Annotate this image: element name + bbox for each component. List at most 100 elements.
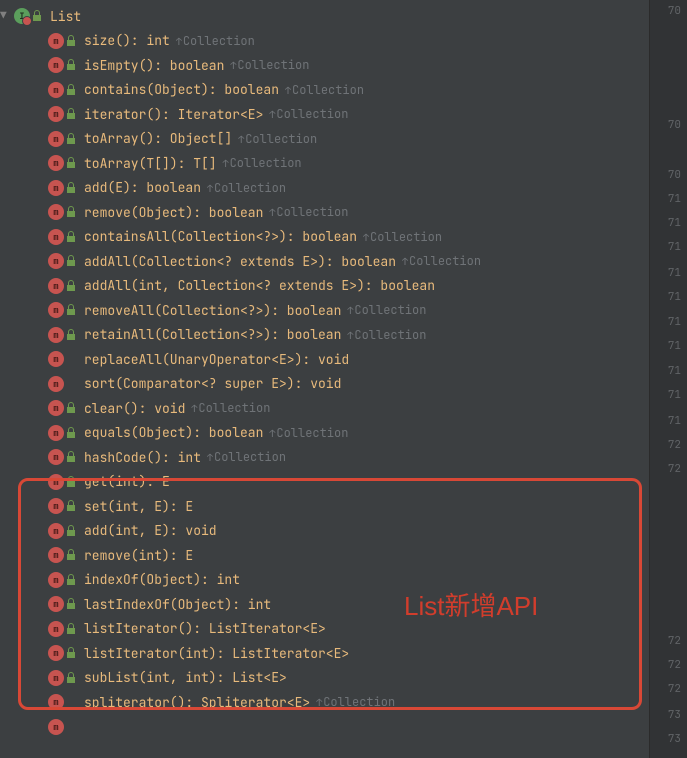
inherited-from-label: Collection — [238, 131, 317, 147]
method-icon: m — [48, 376, 64, 392]
method-signature-label: toArray(T[]): T[] — [84, 155, 217, 172]
inherited-from-label: Collection — [363, 229, 442, 245]
method-signature-label: sort(Comparator<? super E>): void — [84, 375, 341, 392]
tree-node-method[interactable]: msize(): intCollection — [0, 29, 687, 54]
tree-node-method[interactable]: m listIterator(int): ListIterator<E> — [0, 641, 687, 666]
lock-icon — [66, 157, 78, 169]
method-signature-label: iterator(): Iterator<E> — [84, 106, 263, 123]
line-number-label: 72 — [668, 438, 681, 452]
expand-arrow-icon[interactable]: ▼ — [0, 9, 10, 23]
method-signature-label: remove(Object): boolean — [84, 204, 263, 221]
method-signature-label: replaceAll(UnaryOperator<E>): void — [84, 351, 349, 368]
tree-node-method[interactable]: m — [0, 715, 687, 740]
lock-icon — [66, 549, 78, 561]
method-signature-label: retainAll(Collection<?>): boolean — [84, 326, 341, 343]
inherited-from-label: Collection — [316, 694, 395, 710]
method-icon: m — [48, 474, 64, 490]
method-signature-label: toArray(): Object[] — [84, 130, 232, 147]
line-number-label: 70 — [668, 168, 681, 182]
tree-node-method[interactable]: misEmpty(): booleanCollection — [0, 53, 687, 78]
method-icon: m — [48, 572, 64, 588]
line-gutter: 7070707171717171717171717172727272727373 — [649, 0, 687, 758]
structure-tree: ▼ I List msize(): intCollectionmisEmpty(… — [0, 0, 687, 743]
method-signature-label: subList(int, int): List<E> — [84, 669, 287, 686]
line-number-label: 72 — [668, 462, 681, 476]
method-signature-label: listIterator(int): ListIterator<E> — [84, 645, 349, 662]
method-icon: m — [48, 131, 64, 147]
tree-node-method[interactable]: m addAll(Collection<? extends E>): boolea… — [0, 249, 687, 274]
tree-node-method[interactable]: msubList(int, int): List<E> — [0, 666, 687, 691]
empty-icon — [66, 353, 78, 365]
tree-node-method[interactable]: mspliterator(): Spliterator<E>Collection — [0, 690, 687, 715]
tree-node-method[interactable]: maddAll(int, Collection<? extends E>): b… — [0, 274, 687, 299]
method-icon: m — [48, 180, 64, 196]
lock-icon — [66, 108, 78, 120]
method-signature-label: containsAll(Collection<?>): boolean — [84, 228, 357, 245]
lock-icon — [32, 10, 44, 22]
tree-node-method[interactable]: mlastIndexOf(Object): int — [0, 592, 687, 617]
tree-node-method[interactable]: miterator(): Iterator<E>Collection — [0, 102, 687, 127]
lock-icon — [66, 574, 78, 586]
tree-node-method[interactable]: mremove(int): E — [0, 543, 687, 568]
lock-icon — [66, 402, 78, 414]
method-icon: m — [48, 425, 64, 441]
method-signature-label: addAll(Collection<? extends E>): boolean — [84, 253, 396, 270]
method-signature-label: hashCode(): int — [84, 449, 201, 466]
inherited-from-label: Collection — [269, 425, 348, 441]
empty-icon — [66, 378, 78, 390]
inherited-from-label: Collection — [191, 400, 270, 416]
method-icon: m — [48, 498, 64, 514]
tree-node-method[interactable]: mcontainsAll(Collection<?>): booleanColl… — [0, 225, 687, 250]
method-icon: m — [48, 106, 64, 122]
tree-node-method[interactable]: mindexOf(Object): int — [0, 568, 687, 593]
tree-node-method[interactable]: madd(int, E): void — [0, 519, 687, 544]
inherited-from-label: Collection — [347, 302, 426, 318]
inherited-from-label: Collection — [176, 33, 255, 49]
line-number-label: 71 — [668, 240, 681, 254]
tree-node-method[interactable]: mhashCode(): intCollection — [0, 445, 687, 470]
tree-node-method[interactable]: mcontains(Object): booleanCollection — [0, 78, 687, 103]
tree-node-method[interactable]: mlistIterator(): ListIterator<E> — [0, 617, 687, 642]
method-signature-label: addAll(int, Collection<? extends E>): bo… — [84, 277, 435, 294]
method-icon: m — [48, 327, 64, 343]
inherited-from-label: Collection — [269, 204, 348, 220]
line-number-label: 70 — [668, 4, 681, 18]
tree-node-method[interactable]: m set(int, E): E — [0, 494, 687, 519]
inherited-from-label: Collection — [285, 82, 364, 98]
tree-node-method[interactable]: m get(int): E — [0, 470, 687, 495]
method-icon: m — [48, 57, 64, 73]
tree-node-method[interactable]: mremoveAll(Collection<?>): booleanCollec… — [0, 298, 687, 323]
inherited-from-label: Collection — [207, 180, 286, 196]
method-signature-label: lastIndexOf(Object): int — [84, 596, 271, 613]
line-number-label: 71 — [668, 216, 681, 230]
lock-icon — [66, 672, 78, 684]
tree-node-method[interactable]: m toArray(): Object[] Collection — [0, 127, 687, 152]
line-number-label: 72 — [668, 682, 681, 696]
lock-icon — [66, 35, 78, 47]
lock-icon — [66, 647, 78, 659]
tree-node-method[interactable]: mtoArray(T[]): T[]Collection — [0, 151, 687, 176]
method-icon: m — [48, 82, 64, 98]
tree-node-method[interactable]: mremove(Object): booleanCollection — [0, 200, 687, 225]
lock-icon — [66, 525, 78, 537]
tree-node-method[interactable]: m add(E): boolean Collection — [0, 176, 687, 201]
tree-node-method[interactable]: mretainAll(Collection<?>): booleanCollec… — [0, 323, 687, 348]
tree-node-method[interactable]: mclear(): voidCollection — [0, 396, 687, 421]
method-signature-label: get(int): E — [84, 473, 170, 490]
method-icon: m — [48, 719, 64, 735]
method-icon: m — [48, 645, 64, 661]
method-icon: m — [48, 253, 64, 269]
method-signature-label: add(E): boolean — [84, 179, 201, 196]
inherited-from-label: Collection — [402, 253, 481, 269]
lock-icon — [66, 427, 78, 439]
line-number-label: 71 — [668, 364, 681, 378]
method-signature-label: set(int, E): E — [84, 498, 193, 515]
inherited-from-label: Collection — [223, 155, 302, 171]
lock-icon — [66, 84, 78, 96]
line-number-label: 71 — [668, 388, 681, 402]
tree-node-method[interactable]: m sort(Comparator<? super E>): void — [0, 372, 687, 397]
tree-node-method[interactable]: mequals(Object): booleanCollection — [0, 421, 687, 446]
tree-node-method[interactable]: mreplaceAll(UnaryOperator<E>): void — [0, 347, 687, 372]
tree-node-root[interactable]: ▼ I List — [0, 4, 687, 29]
lock-icon — [66, 598, 78, 610]
